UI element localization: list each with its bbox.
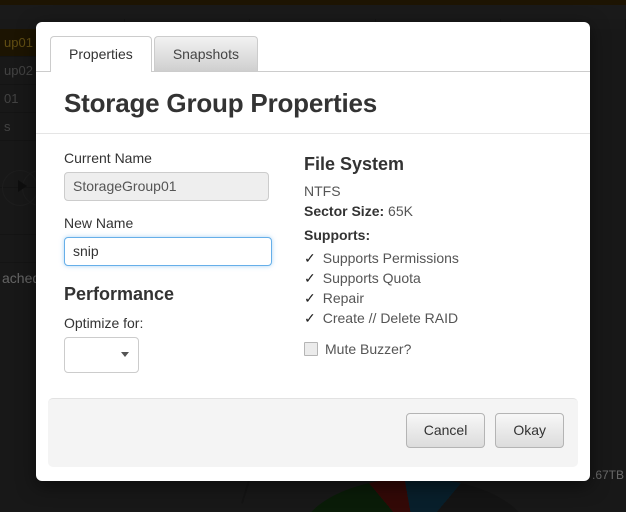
storage-group-properties-dialog: Properties Snapshots Storage Group Prope… bbox=[36, 22, 590, 481]
list-item-label: Supports Quota bbox=[322, 269, 421, 286]
dialog-title: Storage Group Properties bbox=[36, 72, 590, 134]
list-item-label: Create // Delete RAID bbox=[322, 309, 459, 326]
dialog-left-column: Current Name New Name Performance Optimi… bbox=[64, 150, 286, 378]
sector-size-label: Sector Size: bbox=[304, 202, 385, 219]
list-item-label: Supports Permissions bbox=[322, 249, 459, 266]
tab-properties[interactable]: Properties bbox=[50, 36, 152, 72]
new-name-label: New Name bbox=[64, 214, 134, 231]
new-name-input[interactable] bbox=[64, 236, 272, 266]
mute-buzzer-label: Mute Buzzer? bbox=[325, 340, 412, 357]
check-icon: ✓ bbox=[304, 289, 316, 306]
dialog-right-column: File System NTFS Sector Size: 65K Suppor… bbox=[304, 150, 562, 378]
dialog-body: Current Name New Name Performance Optimi… bbox=[36, 134, 590, 388]
current-name-input[interactable] bbox=[64, 171, 269, 201]
current-name-label: Current Name bbox=[64, 149, 152, 166]
list-item: ✓ Create // Delete RAID bbox=[304, 310, 562, 327]
mute-buzzer-checkbox[interactable] bbox=[304, 341, 318, 356]
sector-size-row: Sector Size: 65K bbox=[304, 203, 562, 219]
okay-button[interactable]: Okay bbox=[495, 412, 564, 448]
optimize-for-select[interactable] bbox=[64, 336, 139, 373]
file-system-type: NTFS bbox=[304, 182, 341, 199]
performance-heading: Performance bbox=[64, 283, 175, 304]
list-item: ✓ Supports Quota bbox=[304, 270, 562, 287]
list-item: ✓ Supports Permissions bbox=[304, 250, 562, 267]
list-item: ✓ Repair bbox=[304, 290, 562, 307]
tab-label: Properties bbox=[69, 46, 133, 62]
supports-label: Supports: bbox=[304, 226, 371, 243]
dialog-tab-bar: Properties Snapshots bbox=[36, 22, 590, 72]
dialog-footer: Cancel Okay bbox=[48, 397, 578, 467]
file-system-heading: File System bbox=[304, 153, 405, 174]
dialog-footer-wrapper: Cancel Okay bbox=[36, 388, 590, 481]
tab-label: Snapshots bbox=[172, 46, 239, 62]
list-item-label: Repair bbox=[322, 289, 364, 306]
supports-list: ✓ Supports Permissions ✓ Supports Quota … bbox=[304, 250, 562, 327]
sector-size-value: 65K bbox=[388, 202, 413, 219]
tab-snapshots[interactable]: Snapshots bbox=[153, 36, 258, 71]
check-icon: ✓ bbox=[304, 309, 316, 326]
screen: up01 up02 01 s ached .67TB Pro bbox=[0, 0, 626, 512]
mute-buzzer-row[interactable]: Mute Buzzer? bbox=[304, 341, 562, 357]
footer-button-group: Cancel Okay bbox=[405, 412, 564, 448]
check-icon: ✓ bbox=[304, 249, 316, 266]
optimize-for-label: Optimize for: bbox=[64, 314, 144, 331]
optimize-for-select-wrapper bbox=[64, 336, 139, 373]
check-icon: ✓ bbox=[304, 269, 316, 286]
cancel-button[interactable]: Cancel bbox=[405, 412, 486, 448]
